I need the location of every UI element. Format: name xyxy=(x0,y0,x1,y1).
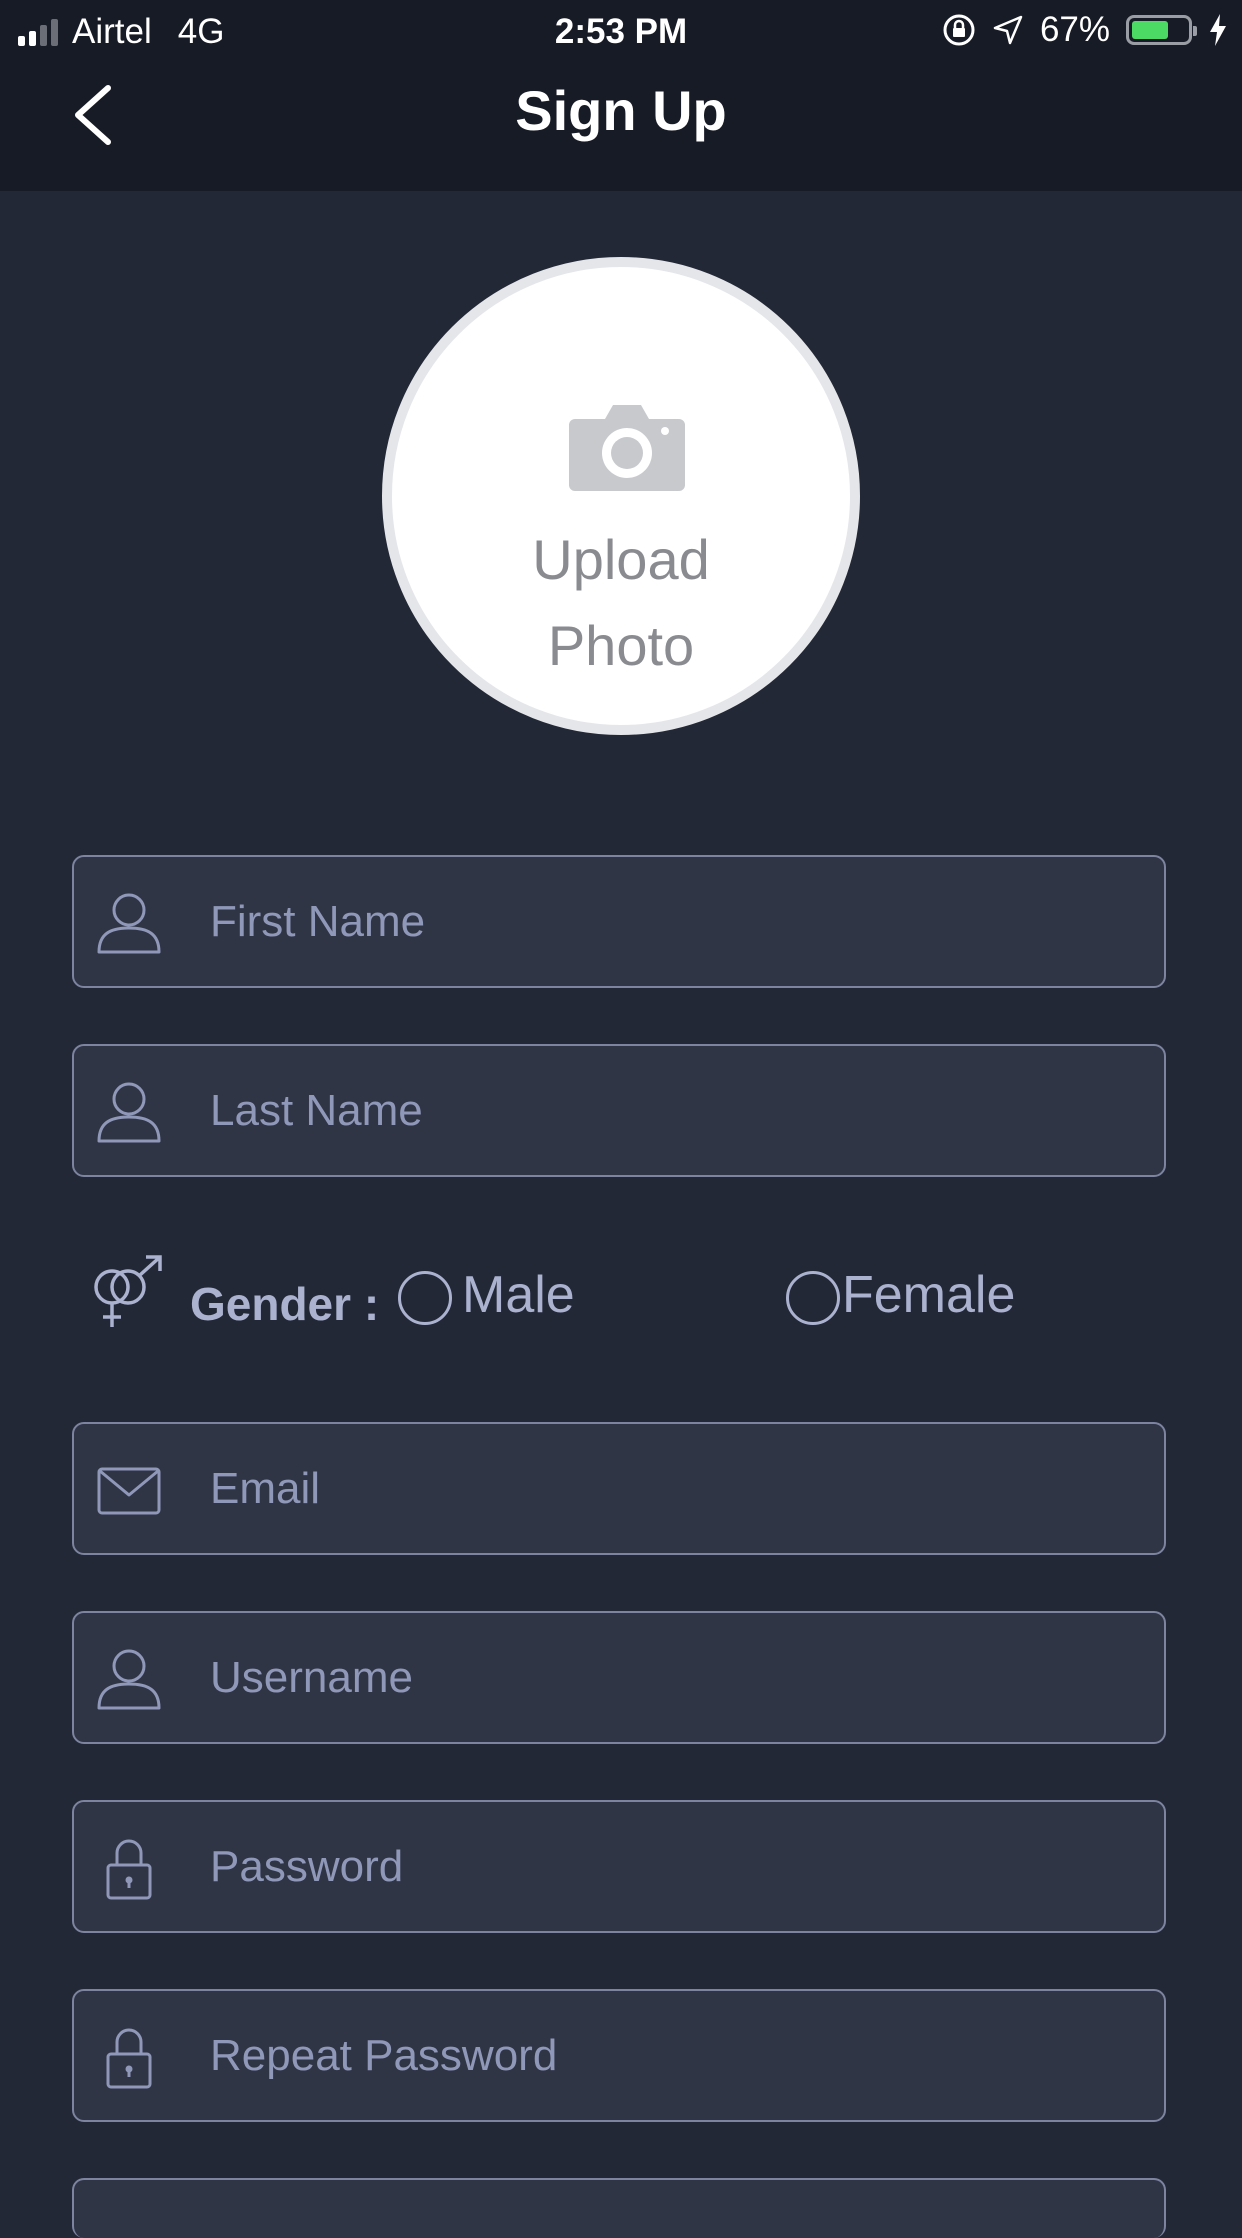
gender-option-label: Male xyxy=(462,1266,575,1324)
last-name-input[interactable] xyxy=(210,1046,1110,1175)
password-field[interactable] xyxy=(72,1800,1166,1933)
gender-option-female[interactable]: Female xyxy=(786,1266,1015,1325)
next-field-partial[interactable] xyxy=(72,2178,1166,2238)
user-icon xyxy=(97,1649,161,1710)
gender-selector: Gender : Male Female xyxy=(72,1255,1166,1345)
page-title: Sign Up xyxy=(515,79,727,142)
last-name-field[interactable] xyxy=(72,1044,1166,1177)
email-input[interactable] xyxy=(210,1424,1110,1553)
user-icon xyxy=(97,1082,161,1143)
lock-icon xyxy=(106,1839,152,1900)
battery-percent: 67% xyxy=(1039,10,1110,49)
gender-option-male[interactable]: Male xyxy=(398,1266,575,1325)
first-name-input[interactable] xyxy=(210,857,1110,986)
email-field[interactable] xyxy=(72,1422,1166,1555)
gender-icon xyxy=(94,1255,162,1327)
upload-photo-label-line1: Upload xyxy=(532,528,710,591)
orientation-lock-icon xyxy=(943,14,975,46)
username-input[interactable] xyxy=(210,1613,1110,1742)
gender-option-label: Female xyxy=(842,1266,1016,1324)
battery-icon xyxy=(1126,15,1197,45)
status-bar: Airtel 4G 2:53 PM 67% xyxy=(0,0,1242,62)
upload-photo-button[interactable]: Upload Photo xyxy=(382,257,860,735)
top-bar: Airtel 4G 2:53 PM 67% Sign Up xyxy=(0,0,1242,191)
repeat-password-field[interactable] xyxy=(72,1989,1166,2122)
user-icon xyxy=(97,893,161,954)
repeat-password-input[interactable] xyxy=(210,1991,1110,2120)
first-name-field[interactable] xyxy=(72,855,1166,988)
username-field[interactable] xyxy=(72,1611,1166,1744)
location-icon xyxy=(993,15,1023,45)
upload-photo-label-line2: Photo xyxy=(547,614,695,677)
radio-button-male[interactable] xyxy=(398,1271,452,1325)
gender-label: Gender : xyxy=(190,1278,380,1330)
lock-icon xyxy=(106,2028,152,2089)
mail-icon xyxy=(97,1467,161,1515)
password-input[interactable] xyxy=(210,1802,1110,1931)
charging-icon xyxy=(1210,14,1226,46)
battery-fill xyxy=(1132,21,1169,39)
radio-button-female[interactable] xyxy=(786,1271,840,1325)
camera-icon xyxy=(569,405,685,491)
